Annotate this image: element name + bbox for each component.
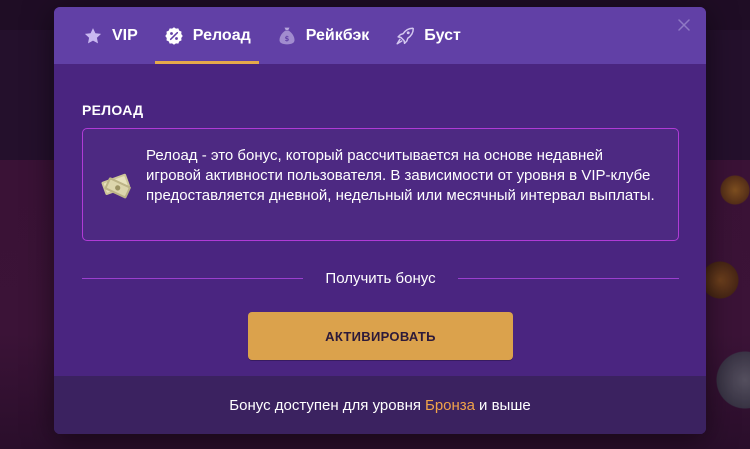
availability-footer: Бонус доступен для уровня Бронза и выше <box>54 376 706 434</box>
tab-rakeback-label: Рейкбэк <box>305 26 370 44</box>
reload-modal: VIP Релоад $ Рейкбэк Буст РЕЛОАД Релоад … <box>54 7 706 434</box>
svg-text:$: $ <box>284 35 289 43</box>
tab-vip[interactable]: VIP <box>74 7 146 64</box>
close-button[interactable] <box>676 19 692 35</box>
tab-vip-label: VIP <box>112 26 138 44</box>
divider-line-right <box>457 277 679 279</box>
tab-reload[interactable]: Релоад <box>154 7 259 64</box>
tab-rakeback[interactable]: $ Рейкбэк <box>268 7 378 64</box>
modal-tabs: VIP Релоад $ Рейкбэк Буст <box>54 7 706 64</box>
section-title: РЕЛОАД <box>82 102 144 118</box>
activate-button[interactable]: АКТИВИРОВАТЬ <box>248 312 513 360</box>
background-coins-decoration <box>700 150 750 449</box>
info-box: Релоад - это бонус, который рассчитывает… <box>82 128 679 241</box>
tab-boost-label: Буст <box>424 26 461 44</box>
star-icon <box>82 25 104 47</box>
get-bonus-label: Получить бонус <box>325 269 436 287</box>
close-icon <box>678 18 690 36</box>
tier-link[interactable]: Бронза <box>425 397 475 414</box>
tab-boost[interactable]: Буст <box>386 7 469 64</box>
rocket-icon <box>394 25 416 47</box>
percent-badge-icon <box>163 25 185 47</box>
money-bag-icon: $ <box>276 25 298 47</box>
money-stack-icon <box>97 165 137 205</box>
divider-line-left <box>82 277 304 279</box>
modal-body: РЕЛОАД Релоад - это бонус, который рассч… <box>54 64 706 376</box>
footer-prefix: Бонус доступен для уровня <box>229 396 421 414</box>
footer-suffix: и выше <box>479 396 531 414</box>
bonus-description: Релоад - это бонус, который рассчитывает… <box>146 147 655 204</box>
get-bonus-divider: Получить бонус <box>82 268 679 288</box>
tab-reload-label: Релоад <box>192 26 251 44</box>
